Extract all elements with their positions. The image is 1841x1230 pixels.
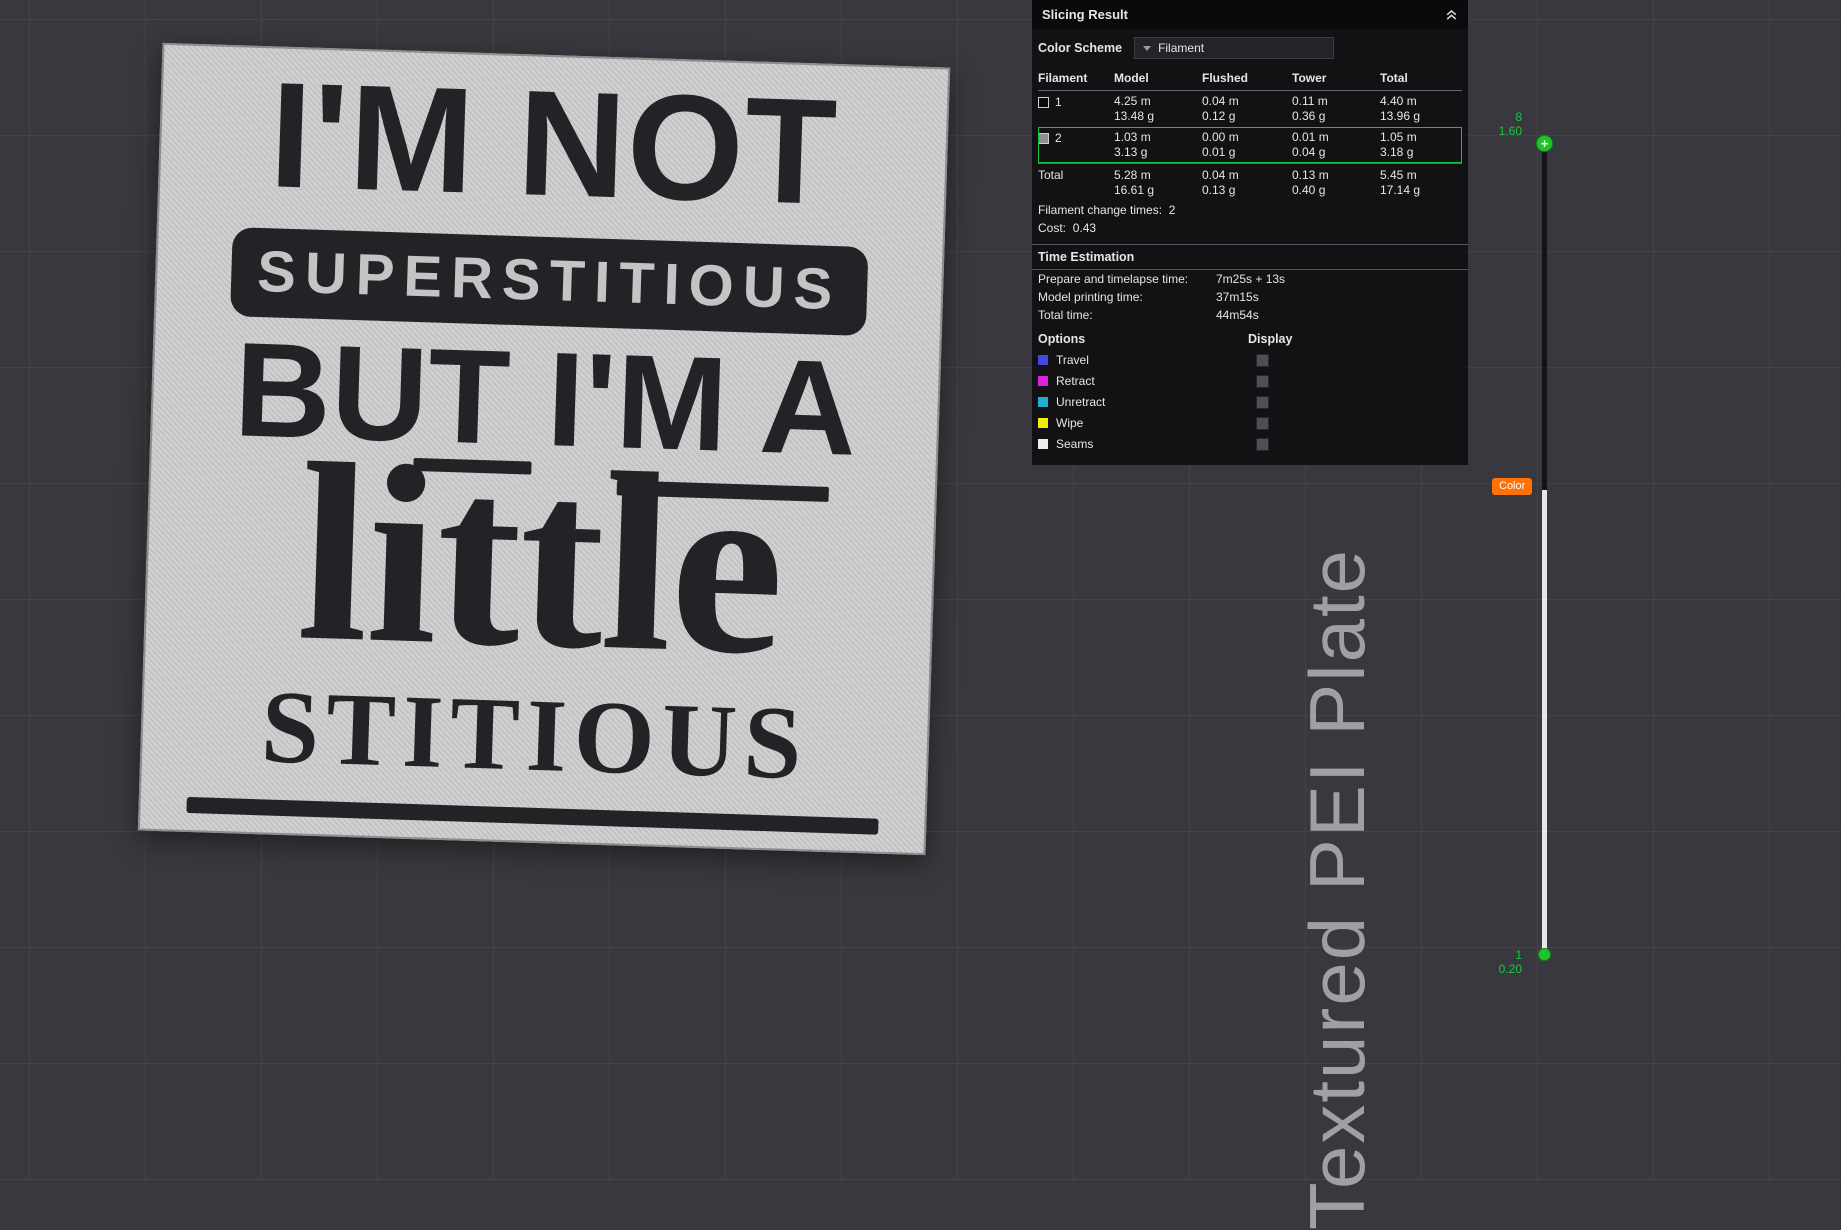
- layer-slider-track-lower[interactable]: [1542, 490, 1547, 952]
- color-change-badge[interactable]: Color: [1492, 478, 1532, 495]
- option-row-travel: Travel: [1032, 350, 1468, 371]
- color-scheme-label: Color Scheme: [1038, 41, 1122, 55]
- filament-1-swatch: [1038, 97, 1049, 108]
- col-header-filament: Filament: [1038, 71, 1114, 85]
- model-text-little: little: [294, 411, 786, 708]
- time-row-prepare: Prepare and timelapse time: 7m25s + 13s: [1032, 270, 1468, 288]
- retract-color-swatch: [1038, 376, 1048, 386]
- printed-model-plate[interactable]: I'M NOT SUPERSTITIOUS BUT I'M A little S…: [138, 43, 950, 855]
- total-row-label: Total: [1038, 168, 1114, 183]
- collapse-panel-button[interactable]: [1445, 8, 1458, 21]
- slider-top-label: 8 1.60: [1462, 110, 1522, 138]
- unretract-display-toggle[interactable]: [1256, 396, 1269, 409]
- panel-title: Slicing Result: [1042, 7, 1128, 22]
- viewport-3d[interactable]: I'M NOT SUPERSTITIOUS BUT I'M A little S…: [0, 0, 1841, 1181]
- display-title: Display: [1248, 332, 1462, 346]
- option-row-retract: Retract: [1032, 371, 1468, 392]
- wipe-color-swatch: [1038, 418, 1048, 428]
- filament-change-times: Filament change times: 2: [1032, 201, 1468, 219]
- filament-row-1[interactable]: 1 4.25 m13.48 g 0.04 m0.12 g 0.11 m0.36 …: [1038, 91, 1462, 127]
- time-estimation-header: Time Estimation: [1032, 244, 1468, 270]
- model-text-line1: I'M NOT: [268, 70, 839, 216]
- slider-bottom-label: 1 0.20: [1462, 948, 1522, 976]
- table-total-row: Total 5.28 m16.61 g 0.04 m0.13 g 0.13 m0…: [1038, 163, 1462, 201]
- chevron-down-icon: [1143, 46, 1151, 51]
- model-underline-bar: [186, 797, 878, 835]
- option-row-unretract: Unretract: [1032, 392, 1468, 413]
- cost-line: Cost: 0.43: [1032, 219, 1468, 237]
- filament-row-2-selected[interactable]: 2 1.03 m3.13 g 0.00 m0.01 g 0.01 m0.04 g…: [1038, 127, 1462, 163]
- panel-header: Slicing Result: [1032, 0, 1468, 29]
- color-scheme-value: Filament: [1158, 41, 1204, 55]
- filament-usage-table: Filament Model Flushed Tower Total 1 4.2…: [1038, 68, 1462, 201]
- col-header-model: Model: [1114, 71, 1202, 85]
- color-scheme-dropdown[interactable]: Filament: [1134, 37, 1334, 59]
- col-header-total: Total: [1380, 71, 1462, 85]
- layer-slider-bottom-handle[interactable]: [1538, 948, 1551, 961]
- retract-display-toggle[interactable]: [1256, 375, 1269, 388]
- time-row-total: Total time: 44m54s: [1032, 306, 1468, 324]
- filament-1-id: 1: [1055, 95, 1062, 109]
- option-row-wipe: Wipe: [1032, 413, 1468, 434]
- seams-display-toggle[interactable]: [1256, 438, 1269, 451]
- col-header-tower: Tower: [1292, 71, 1380, 85]
- options-title: Options: [1038, 332, 1248, 346]
- color-scheme-row: Color Scheme Filament: [1032, 29, 1468, 65]
- layer-slider-top-handle[interactable]: +: [1536, 135, 1553, 152]
- travel-display-toggle[interactable]: [1256, 354, 1269, 367]
- options-header-row: Options Display: [1032, 324, 1468, 350]
- option-row-seams: Seams: [1032, 434, 1468, 455]
- filament-2-swatch: [1038, 133, 1049, 144]
- seams-color-swatch: [1038, 439, 1048, 449]
- col-header-flushed: Flushed: [1202, 71, 1292, 85]
- layer-slider-track-upper[interactable]: [1542, 150, 1547, 490]
- wipe-display-toggle[interactable]: [1256, 417, 1269, 430]
- travel-color-swatch: [1038, 355, 1048, 365]
- table-header-row: Filament Model Flushed Tower Total: [1038, 68, 1462, 91]
- double-chevron-up-icon: [1445, 8, 1458, 21]
- model-text-line2: SUPERSTITIOUS: [256, 239, 842, 322]
- unretract-color-swatch: [1038, 397, 1048, 407]
- slicing-result-panel: Slicing Result Color Scheme Filament Fil…: [1032, 0, 1468, 465]
- filament-2-id: 2: [1055, 131, 1062, 145]
- time-row-model: Model printing time: 37m15s: [1032, 288, 1468, 306]
- build-plate-label: Textured PEI Plate: [1292, 548, 1383, 1230]
- model-text-line4: little: [296, 450, 786, 669]
